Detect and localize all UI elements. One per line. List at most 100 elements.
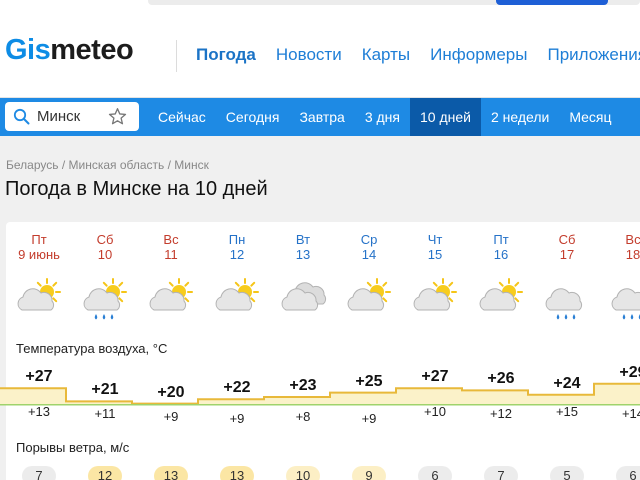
cloudy-icon [281,282,327,311]
nav-informers[interactable]: Информеры [430,45,527,65]
breadcrumb: Беларусь / Минская область / Минск [6,158,209,172]
wind-gust-value: 6 [418,466,452,480]
temperature-min-label: +8 [295,409,311,424]
day-date: 9 июнь [18,247,60,262]
sun-cloud-icon [479,278,523,311]
nav-maps[interactable]: Карты [362,45,410,65]
search-icon [13,108,30,125]
cloud-sun-rain-icon [83,278,127,320]
wind-gust-value: 13 [220,466,254,480]
tab-2-weeks[interactable]: 2 недели [481,98,559,136]
day-header[interactable]: Ср 14 [336,232,402,262]
tab-now[interactable]: Сейчас [148,98,216,136]
tab-10-days[interactable]: 10 дней [409,98,481,136]
temperature-max-label: +27 [421,368,449,386]
temperature-min-label: +9 [361,411,377,426]
day-name: Пт [31,232,47,247]
day-date: 14 [361,247,377,262]
page: Gismeteo Погода Новости Карты Информеры … [0,0,640,480]
wind-gust-value: 7 [22,466,56,480]
wind-gust-value: 7 [484,466,518,480]
page-title: Погода в Минске на 10 дней [5,178,268,200]
tab-3-days[interactable]: 3 дня [355,98,410,136]
breadcrumb-country[interactable]: Беларусь [6,158,58,172]
main-nav: Погода Новости Карты Информеры Приложени… [196,45,640,65]
nav-apps[interactable]: Приложения [547,45,640,65]
day-header[interactable]: Вс 18 [600,232,640,262]
day-name: Сб [558,232,576,247]
day-date: 16 [493,247,509,262]
top-strip-button[interactable] [496,0,608,5]
temperature-max-label: +25 [355,372,383,390]
temperature-max-label: +29 [619,363,640,381]
search-input[interactable]: Минск [37,108,80,125]
temperature-max-label: +26 [487,370,515,388]
wind-gust-label: Порывы ветра, м/с [16,440,130,455]
temperature-max-label: +23 [289,377,317,394]
breadcrumb-city[interactable]: Минск [174,158,209,172]
nav-news[interactable]: Новости [276,45,342,65]
day-date: 15 [427,247,443,262]
day-date: 13 [295,247,311,262]
day-date: 11 [164,247,178,262]
day-header[interactable]: Вс 11 [138,232,204,262]
cloud-sun-icon [215,278,259,311]
period-tabs: Сейчас Сегодня Завтра 3 дня 10 дней 2 не… [148,98,622,136]
favorite-star-icon[interactable] [108,107,127,126]
day-date: 17 [559,247,575,262]
temperature-min-label: +11 [94,406,116,421]
temperature-min-label: +9 [229,411,245,426]
day-header[interactable]: Пн 12 [204,232,270,262]
wind-gust-value: 10 [286,466,320,480]
temperature-label: Температура воздуха, °C [16,341,168,356]
sun-cloud-icon [149,278,193,311]
temperature-max-label: +20 [157,383,185,401]
day-name: Сб [96,232,114,247]
cloud-rain-icon [545,288,583,320]
cloud-rain-icon [611,288,640,320]
day-header[interactable]: Чт 15 [402,232,468,262]
day-name: Вс [163,232,179,247]
day-header[interactable]: Вт 13 [270,232,336,262]
sun-cloud-icon [17,278,61,311]
temperature-min-label: +14 [621,406,640,421]
temperature-max-label: +21 [91,381,119,399]
day-date: 12 [229,247,245,262]
day-name: Ср [360,232,378,247]
forecast-navbar: Минск Сейчас Сегодня Завтра 3 дня 10 дне… [0,98,640,136]
day-header[interactable]: Пт 16 [468,232,534,262]
day-header[interactable]: Сб 17 [534,232,600,262]
logo[interactable]: Gismeteo [5,34,134,67]
day-name: Пт [493,232,509,247]
day-name: Вт [295,232,311,247]
city-search-box[interactable]: Минск [5,102,139,131]
temperature-min-label: +15 [555,404,579,419]
site-header: Gismeteo Погода Новости Карты Информеры … [0,12,640,98]
temperature-max-label: +24 [553,374,581,392]
temperature-max-label: +27 [25,368,53,386]
top-strip [0,0,640,12]
wind-gust-value: 13 [154,466,188,480]
day-name: Вс [625,232,640,247]
wind-gust-value: 9 [352,466,386,480]
sun-cloud-icon [347,278,391,311]
logo-part1: Gis [5,34,51,66]
header-divider [176,40,177,72]
temperature-min-label: +10 [423,404,447,419]
tab-month[interactable]: Месяц [559,98,621,136]
day-name: Чт [427,232,443,247]
wind-gust-value: 6 [616,466,640,480]
day-header[interactable]: Пт 9 июнь [6,232,72,262]
day-date: 10 [97,247,113,262]
day-name: Пн [228,232,246,247]
tab-tomorrow[interactable]: Завтра [289,98,354,136]
temperature-max-label: +22 [223,379,251,397]
temperature-min-label: +13 [27,404,51,419]
breadcrumb-region[interactable]: Минская область [69,158,165,172]
day-header[interactable]: Сб 10 [72,232,138,262]
tab-today[interactable]: Сегодня [216,98,290,136]
wind-gust-value: 5 [550,466,584,480]
day-date: 18 [625,247,640,262]
nav-weather[interactable]: Погода [196,45,256,65]
sun-cloud-icon [413,278,457,311]
